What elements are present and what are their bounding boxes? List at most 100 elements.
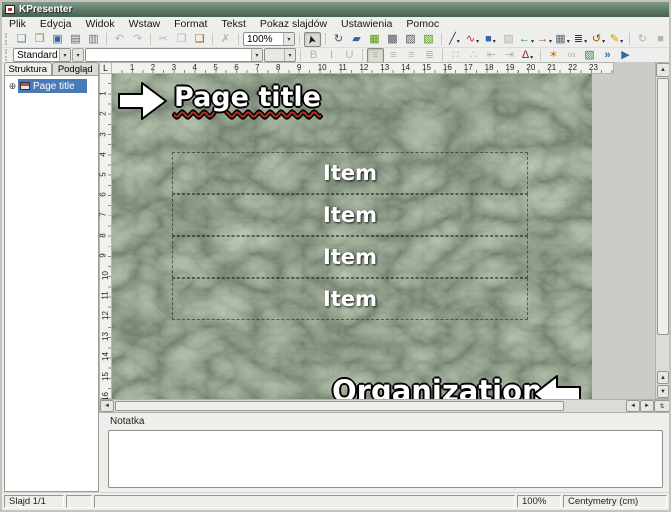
start-presentation-button[interactable]: ▶ [617, 48, 634, 63]
menu-wstaw[interactable]: Wstaw [122, 18, 168, 30]
menu-format[interactable]: Format [167, 18, 214, 30]
scroll-left-button[interactable]: ◄ [626, 400, 640, 412]
picture-frame-tool-button[interactable]: ▧ [420, 32, 437, 47]
chevron-down-icon[interactable]: ▾ [59, 49, 70, 61]
align-center-button[interactable]: ≡ [385, 48, 402, 63]
arrow-right-shape-button[interactable]: →▾ [536, 32, 553, 47]
status-slide-indicator: Slajd 1/1 [4, 495, 64, 508]
item-placeholder[interactable]: Item [172, 152, 528, 194]
slide-title-text[interactable]: Page title [174, 82, 321, 113]
pen-color-button[interactable]: ✎▾ [608, 32, 625, 47]
rotate-object-button[interactable]: ↺▾ [590, 32, 607, 47]
resize-tool-button[interactable]: ▦ [366, 32, 383, 47]
style-extra-dropdown[interactable]: ▾ [72, 48, 84, 62]
scroll-down-button[interactable]: ▼ [657, 385, 669, 398]
arrow-left-graphic[interactable] [532, 373, 582, 399]
undo-button[interactable]: ↶ [111, 32, 128, 47]
save-document-button[interactable]: ▣ [49, 32, 66, 47]
text-object-button[interactable]: ≣▾ [572, 32, 589, 47]
outline-tree[interactable]: ⊕Page title [4, 75, 99, 492]
new-document-button[interactable]: ❑ [13, 32, 30, 47]
scrollbar-corner-button[interactable]: ⇅ [654, 400, 670, 412]
horizontal-scroll-track[interactable] [115, 400, 625, 412]
horizontal-scroll-thumb[interactable] [115, 401, 564, 411]
insert-table-button[interactable]: ▦▾ [554, 32, 571, 47]
slide-canvas[interactable]: Page title ItemItemItemItemOrganization [112, 74, 592, 399]
rectangle-tool-button[interactable]: ■▾ [482, 32, 499, 47]
style-combo[interactable]: Standard▾ [13, 48, 71, 62]
scroll-up-button[interactable]: ▲ [656, 63, 670, 77]
tab-podglad[interactable]: Podgląd [52, 62, 100, 76]
chevron-down-icon[interactable]: ▾ [251, 49, 262, 61]
menu-pokaz-slajdow[interactable]: Pokaz slajdów [253, 18, 334, 30]
menu-pomoc[interactable]: Pomoc [399, 18, 446, 30]
print-button[interactable]: ▤ [67, 32, 84, 47]
redo-button[interactable]: ↷ [129, 32, 146, 47]
item-placeholder[interactable]: Item [172, 194, 528, 236]
indent-more-button[interactable]: ⇥ [501, 48, 518, 63]
copy-button[interactable]: ❐ [173, 32, 190, 47]
configure-tools-button[interactable]: ✶ [545, 48, 562, 63]
print-preview-button[interactable]: ▥ [85, 32, 102, 47]
menu-edycja[interactable]: Edycja [33, 18, 79, 30]
align-justify-button[interactable]: ≣ [421, 48, 438, 63]
skip-forward-button[interactable]: » [599, 48, 616, 63]
status-message [94, 495, 515, 508]
bold-button[interactable]: B [305, 48, 322, 63]
paste-button[interactable]: ❏ [191, 32, 208, 47]
numbered-list-button[interactable]: ∴ [465, 48, 482, 63]
align-right-button[interactable]: ≡ [403, 48, 420, 63]
bullet-list-button[interactable]: ∷ [447, 48, 464, 63]
group-tool-button[interactable]: ▩ [384, 32, 401, 47]
vertical-scroll-thumb[interactable] [657, 78, 669, 335]
slide-footer-text[interactable]: Organization [332, 374, 543, 399]
line-tool-button[interactable]: ╱▾ [446, 32, 463, 47]
tab-struktura[interactable]: Struktura [4, 62, 52, 76]
tree-row[interactable]: ⊕Page title [5, 79, 98, 93]
arrow-left-shape-button[interactable]: ←▾ [518, 32, 535, 47]
vertical-scrollbar[interactable]: ▲ ▲ ▼ [655, 62, 671, 399]
size-combo[interactable]: ▾ [264, 48, 296, 62]
font-color-button[interactable]: Δ▾ [519, 48, 536, 63]
menu-ustawienia[interactable]: Ustawienia [334, 18, 399, 30]
stop-button[interactable]: ■ [652, 32, 669, 47]
toolbar-grip[interactable] [5, 33, 9, 45]
insert-image-button[interactable]: ▨ [500, 32, 517, 47]
horizontal-scrollbar[interactable]: ◄ ◄ ► ⇅ [99, 399, 671, 413]
tree-item-page-title[interactable]: Page title [18, 79, 87, 93]
align-left-button[interactable]: ≡ [367, 48, 384, 63]
polyline-tool-button[interactable]: ∿▾ [464, 32, 481, 47]
delete-button[interactable]: ✗ [217, 32, 234, 47]
chevron-down-icon[interactable]: ▾ [283, 33, 294, 45]
slideshow-settings-button[interactable]: ▧ [581, 48, 598, 63]
menu-tekst[interactable]: Tekst [214, 18, 253, 30]
arrow-right-graphic[interactable] [117, 80, 169, 122]
zoom-tool-button[interactable]: ▰ [348, 32, 365, 47]
properties-tool-button[interactable]: ▨ [402, 32, 419, 47]
scroll-right-button[interactable]: ► [640, 400, 654, 412]
chain-button[interactable]: ∞ [563, 48, 580, 63]
underline-button[interactable]: U [341, 48, 358, 63]
font-combo[interactable]: ▾ [85, 48, 263, 62]
chevron-down-icon[interactable]: ▾ [284, 49, 295, 61]
vertical-ruler[interactable]: 12345678910111213141516 [99, 74, 112, 399]
italic-button[interactable]: I [323, 48, 340, 63]
scroll-left-button[interactable]: ◄ [100, 400, 114, 412]
expander-icon[interactable]: ⊕ [7, 81, 18, 92]
reload-button[interactable]: ↻ [634, 32, 651, 47]
rotate-tool-button[interactable]: ↻ [330, 32, 347, 47]
menu-plik[interactable]: Plik [2, 18, 33, 30]
menu-widok[interactable]: Widok [78, 18, 121, 30]
mouse-pointer-tool-button[interactable]: ➤ [304, 32, 321, 47]
horizontal-ruler[interactable]: 1234567891011121314151617181920212223 [112, 62, 614, 74]
zoom-combo[interactable]: 100%▾ [243, 32, 295, 46]
scroll-up-button[interactable]: ▲ [657, 371, 669, 384]
open-document-button[interactable]: ❒ [31, 32, 48, 47]
item-placeholder[interactable]: Item [172, 278, 528, 320]
toolbar-grip[interactable] [5, 49, 9, 61]
cut-button[interactable]: ✂ [155, 32, 172, 47]
item-placeholder[interactable]: Item [172, 236, 528, 278]
notes-textarea[interactable] [108, 430, 663, 488]
title-bar[interactable]: KPresenter [2, 2, 669, 17]
indent-less-button[interactable]: ⇤ [483, 48, 500, 63]
